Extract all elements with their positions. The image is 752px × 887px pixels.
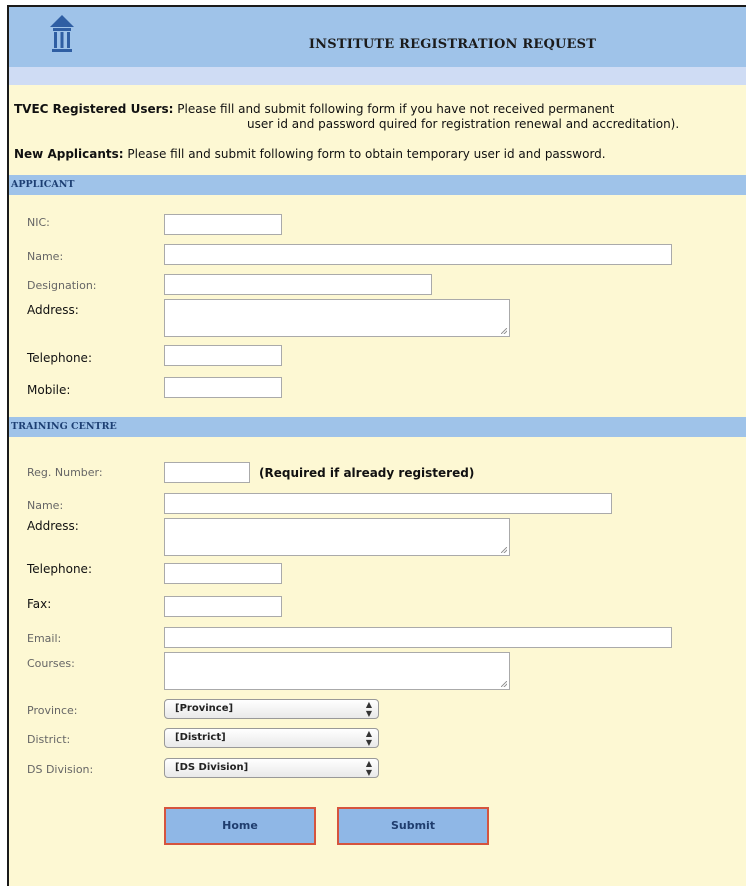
registered-users-text-cont: user id and password quired for registra… [247,117,680,131]
registration-form-frame: INSTITUTE REGISTRATION REQUEST TVEC Regi… [7,5,746,886]
applicant-address-textarea[interactable] [164,299,510,337]
applicant-address-label: Address: [27,303,79,317]
centre-fax-input[interactable] [164,596,282,617]
select-arrows-icon: ▲ ▼ [365,700,372,718]
new-applicants-text: Please fill and submit following form to… [127,147,606,161]
select-arrows-icon: ▲ ▼ [365,759,372,777]
applicant-telephone-label: Telephone: [27,351,92,365]
centre-reg-number-label: Reg. Number: [27,466,103,479]
registered-users-label: TVEC Registered Users: [14,102,174,116]
page-header: INSTITUTE REGISTRATION REQUEST [9,7,746,67]
ds-division-select[interactable]: [DS Division] ▲ ▼ [164,758,379,778]
applicant-nic-input[interactable] [164,214,282,235]
ds-division-label: DS Division: [27,763,94,776]
page-title: INSTITUTE REGISTRATION REQUEST [308,37,597,52]
reg-number-note: (Required if already registered) [259,466,475,480]
province-select-value: [Province] [175,703,234,714]
district-select[interactable]: [District] ▲ ▼ [164,728,379,748]
applicant-nic-label: NIC: [27,216,50,229]
applicant-designation-input[interactable] [164,274,432,295]
applicant-section-header: APPLICANT [9,175,746,195]
ds-division-select-value: [DS Division] [175,762,249,773]
centre-address-textarea[interactable] [164,518,510,556]
select-arrows-icon: ▲ ▼ [365,729,372,747]
home-button[interactable]: Home [164,807,316,845]
centre-reg-number-input[interactable] [164,462,250,483]
applicant-mobile-label: Mobile: [27,383,71,397]
header-subband [9,67,746,85]
applicant-name-label: Name: [27,250,64,263]
district-select-value: [District] [175,732,226,743]
centre-name-label: Name: [27,499,64,512]
centre-telephone-label: Telephone: [27,562,92,576]
applicant-mobile-input[interactable] [164,377,282,398]
applicant-name-input[interactable] [164,244,672,265]
centre-email-input[interactable] [164,627,672,648]
applicant-telephone-input[interactable] [164,345,282,366]
centre-fax-label: Fax: [27,597,52,611]
submit-button[interactable]: Submit [337,807,489,845]
training-centre-section-header: TRAINING CENTRE [9,417,746,437]
province-label: Province: [27,704,78,717]
new-applicants-label: New Applicants: [14,147,124,161]
centre-courses-textarea[interactable] [164,652,510,690]
centre-address-label: Address: [27,519,79,533]
applicant-designation-label: Designation: [27,279,97,292]
new-applicants-note: New Applicants: Please fill and submit f… [14,147,606,162]
centre-telephone-input[interactable] [164,563,282,584]
district-label: District: [27,733,71,746]
centre-courses-label: Courses: [27,657,75,670]
registered-users-text: Please fill and submit following form if… [177,102,615,116]
centre-name-input[interactable] [164,493,612,514]
registered-users-note: TVEC Registered Users: Please fill and s… [14,102,614,117]
province-select[interactable]: [Province] ▲ ▼ [164,699,379,719]
centre-email-label: Email: [27,632,62,645]
